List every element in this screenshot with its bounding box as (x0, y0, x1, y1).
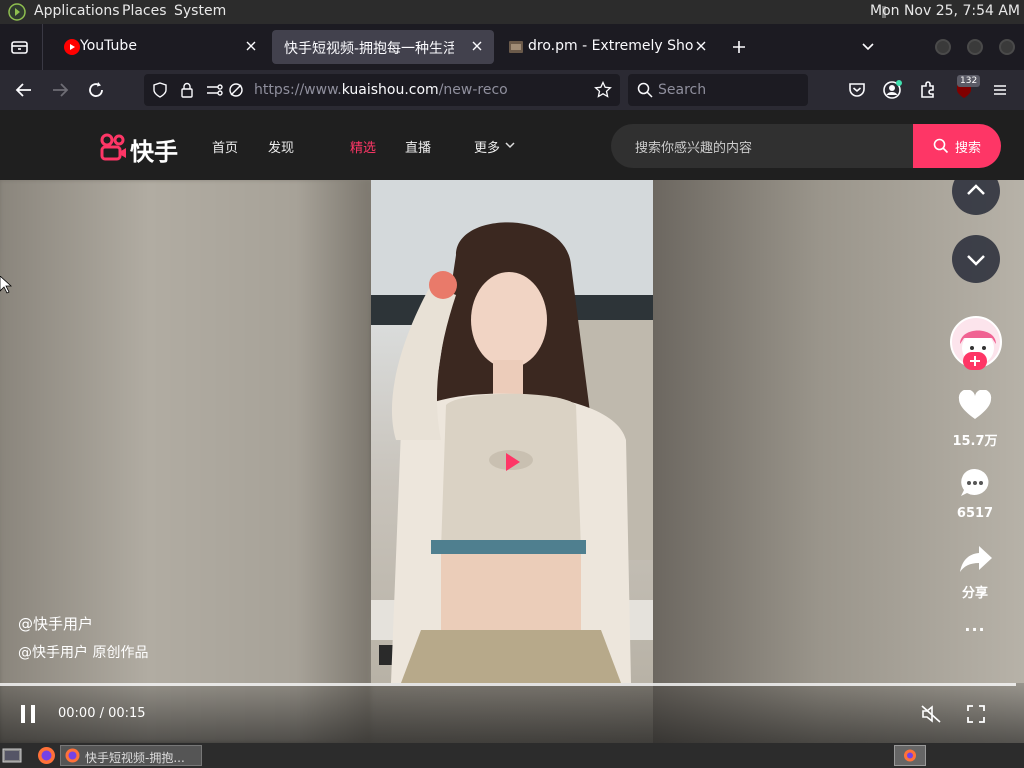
tab-youtube[interactable]: YouTube (50, 30, 268, 64)
dropm-icon (508, 39, 524, 55)
url-text[interactable]: https://www.kuaishou.com/new-reco (254, 82, 508, 98)
window-close-button[interactable] (999, 39, 1015, 55)
taskbar-firefox-window[interactable]: 快手短视频-拥抱... (60, 745, 202, 766)
video-frame[interactable] (371, 180, 653, 683)
kuaishou-logo-icon[interactable] (98, 132, 128, 162)
taskbar: 快手短视频-拥抱... (0, 743, 1024, 768)
extensions-icon[interactable] (916, 78, 940, 102)
search-bar[interactable]: Search (628, 74, 808, 106)
tab-overview-icon[interactable] (10, 38, 30, 56)
system-menu[interactable]: System (174, 3, 226, 19)
share-label: 分享 (961, 586, 988, 601)
mute-icon[interactable] (920, 704, 942, 724)
tab-kuaishou[interactable]: 快手短视频-拥抱每一种生活 (272, 30, 494, 64)
firefox-icon (65, 748, 80, 763)
share-icon[interactable] (959, 544, 993, 574)
progress-track[interactable] (0, 683, 1016, 686)
author-name[interactable]: @快手用户 (18, 613, 93, 634)
hamburger-menu-icon[interactable] (988, 78, 1012, 102)
kuaishou-logo-text[interactable]: 快手 (130, 132, 178, 167)
bookmark-star-icon[interactable] (594, 81, 612, 99)
account-icon[interactable] (880, 78, 904, 102)
workspace-switcher[interactable] (894, 745, 926, 766)
tab-title: YouTube (80, 38, 137, 54)
tab-title: dro.pm - Extremely Short Li (528, 38, 694, 54)
places-menu[interactable]: Places (122, 3, 167, 19)
chevron-down-icon[interactable] (504, 140, 516, 150)
window-minimize-button[interactable] (935, 39, 951, 55)
tracking-protection-icon[interactable] (152, 82, 168, 98)
tab-dropm[interactable]: dro.pm - Extremely Short Li (498, 30, 716, 64)
comment-icon[interactable] (959, 467, 991, 499)
like-count: 15.7万 (952, 434, 998, 449)
player-controls: 00:00 / 00:15 (0, 683, 1024, 743)
permissions-icon[interactable] (206, 82, 224, 98)
tab-divider (42, 24, 43, 70)
distro-logo-icon[interactable] (8, 3, 26, 21)
search-placeholder: Search (658, 82, 707, 98)
lock-icon[interactable] (180, 82, 194, 98)
comment-count: 6517 (956, 506, 994, 521)
applications-menu[interactable]: Applications (34, 3, 120, 19)
nav-more[interactable]: 更多 (474, 137, 500, 156)
taskbar-window-title: 快手短视频-拥抱... (85, 751, 185, 765)
system-bar: Applications Places System Mon Nov 25, 7… (0, 0, 1024, 24)
tab-title: 快手短视频-拥抱每一种生活 (284, 41, 454, 57)
time-display: 00:00 / 00:15 (58, 706, 146, 721)
forward-icon[interactable] (48, 78, 72, 102)
more-options-icon[interactable]: ··· (945, 620, 1005, 639)
list-all-tabs-icon[interactable] (860, 40, 876, 54)
url-bar[interactable]: https://www.kuaishou.com/new-reco (144, 74, 620, 106)
show-desktop-icon[interactable] (2, 747, 22, 764)
reload-icon[interactable] (84, 78, 108, 102)
search-icon (933, 138, 949, 154)
next-video-button[interactable] (952, 235, 1000, 283)
nav-home[interactable]: 首页 (212, 137, 238, 156)
pause-icon[interactable] (18, 703, 38, 725)
nav-discover[interactable]: 发现 (268, 137, 294, 156)
site-search-placeholder: 搜索你感兴趣的内容 (635, 141, 753, 156)
site-search-button[interactable]: 搜索 (913, 124, 1001, 168)
back-icon[interactable] (12, 78, 36, 102)
new-tab-icon[interactable] (731, 39, 747, 55)
site-search-box[interactable]: 搜索你感兴趣的内容 搜索 (611, 124, 1001, 168)
tab-strip: YouTube 快手短视频-拥抱每一种生活 dro.pm - Extremely… (0, 24, 1024, 70)
extension-badge: 132 (957, 75, 981, 87)
clock[interactable]: Mon Nov 25, 7:54 AM (870, 3, 1020, 19)
pocket-icon[interactable] (845, 78, 869, 102)
previous-video-button[interactable] (952, 180, 1000, 215)
nav-featured[interactable]: 精选 (350, 137, 376, 156)
close-tab-icon[interactable] (470, 39, 484, 53)
follow-plus-icon[interactable] (963, 352, 987, 370)
window-maximize-button[interactable] (967, 39, 983, 55)
site-header: 快手 首页 发现 精选 直播 更多 搜索你感兴趣的内容 搜索 (0, 110, 1024, 180)
autoplay-blocked-icon[interactable] (228, 82, 244, 98)
youtube-icon (64, 39, 80, 55)
video-player[interactable]: 15.7万 6517 分享 ··· @快手用户 @快手用户 原创作品 00:00… (0, 180, 1024, 743)
navigation-bar: https://www.kuaishou.com/new-reco Search… (0, 70, 1024, 110)
mouse-cursor-icon (0, 276, 12, 294)
search-icon (637, 82, 653, 98)
video-caption[interactable]: @快手用户 原创作品 (18, 642, 148, 662)
like-heart-icon[interactable] (958, 390, 992, 422)
video-still-image (371, 180, 653, 683)
fullscreen-icon[interactable] (966, 704, 986, 724)
close-tab-icon[interactable] (244, 39, 258, 53)
site-search-button-label: 搜索 (955, 141, 982, 156)
close-tab-icon[interactable] (694, 39, 708, 53)
firefox-launcher-icon[interactable] (37, 746, 56, 765)
nav-live[interactable]: 直播 (405, 137, 431, 156)
